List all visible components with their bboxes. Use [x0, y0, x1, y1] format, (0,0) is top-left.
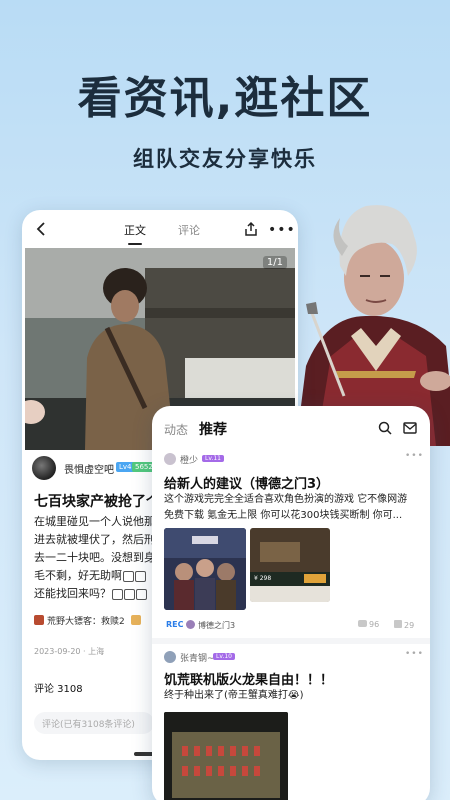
post-text-line: 终于种出来了(帝王蟹真难打😭) — [164, 690, 304, 701]
user-level-badge: Lv.10 — [213, 653, 235, 660]
emoji-icon — [123, 570, 134, 582]
post-image-store[interactable]: ¥ 298 — [250, 528, 330, 602]
emoji-icon — [112, 588, 123, 600]
game-tag[interactable]: 荒野大镖客：救赎2 — [34, 614, 164, 627]
share-icon[interactable] — [243, 221, 259, 237]
article-body-line: 进去就被埋伏了，然后刑 — [34, 533, 155, 546]
like-count-value: 29 — [404, 621, 415, 630]
back-arrow-icon[interactable] — [34, 221, 50, 237]
more-options-icon[interactable]: ••• — [268, 223, 296, 237]
thumbs-up-icon — [394, 620, 402, 628]
post-more-icon[interactable]: ••• — [405, 451, 424, 461]
comment-input[interactable]: 评论(已有3108条评论) — [34, 712, 154, 734]
post-date-location: 2023-09-20 · 上海 — [34, 647, 105, 656]
post-image-cover[interactable] — [164, 528, 246, 610]
article-body-line: 在城里碰见一个人说他那 — [34, 515, 155, 528]
game-link-icon — [186, 620, 195, 629]
post-text: 终于种出来了(帝王蟹真难打😭) — [164, 688, 424, 704]
post-title: 给新人的建议（博德之门3） — [164, 477, 330, 492]
game-tag-icon — [130, 615, 141, 625]
emoji-icon — [136, 588, 147, 600]
rec-label: REC — [166, 620, 184, 629]
game-price: ¥ 298 — [254, 575, 272, 582]
user-name[interactable]: 橙少 — [180, 453, 198, 466]
game-link[interactable]: 博德之门3 — [186, 620, 235, 631]
article-top-bar: 正文 评论 ••• — [22, 210, 298, 248]
article-body: 在城里碰见一个人说他那 进去就被埋伏了，然后刑 去一二十块吧。没想到身 毛不剩，… — [34, 513, 166, 603]
user-avatar[interactable] — [164, 453, 176, 465]
user-level-badge: Lv.11 — [202, 455, 224, 462]
mail-icon[interactable] — [403, 422, 417, 434]
tab-feed[interactable]: 动态 — [164, 421, 188, 438]
author-avatar[interactable] — [32, 456, 56, 480]
game-tag-icon — [34, 615, 44, 625]
article-body-line-text: 毛不剩，好无助啊 — [34, 569, 122, 582]
author-name[interactable]: 畏惧虚空吧 — [64, 461, 114, 476]
tab-comments[interactable]: 评论 — [178, 222, 200, 238]
subline: 组队交友分享快乐 — [133, 147, 317, 171]
user-name[interactable]: 张青钢~ — [180, 651, 215, 664]
game-link-label: 博德之门3 — [198, 621, 236, 630]
game-store-screenshot — [250, 528, 330, 602]
game-screenshot-image — [164, 712, 288, 800]
post-title: 饥荒联机版火龙果自由！！！ — [164, 673, 334, 688]
user-avatar[interactable] — [164, 651, 176, 663]
comment-bubble-icon — [358, 620, 367, 627]
post-more-icon[interactable]: ••• — [405, 649, 424, 659]
search-icon[interactable] — [378, 421, 392, 435]
article-body-line: 去一二十块吧。没想到身 — [34, 551, 155, 564]
tab-article[interactable]: 正文 — [124, 222, 146, 245]
post-text-line: 免费下载 氪金无上限 你可以花300块钱买断制 你可... — [164, 510, 403, 521]
comment-count-value: 96 — [369, 620, 380, 629]
photo-counter: 1/1 — [262, 256, 287, 269]
article-body-line: 还能找回来吗？ — [34, 585, 166, 603]
post-image[interactable] — [164, 712, 288, 800]
feed-divider — [152, 638, 430, 644]
post-text-line: 这个游戏完完全全适合喜欢角色扮演的游戏 它不像网游 — [164, 494, 408, 505]
article-body-line-text: 还能找回来吗？ — [34, 587, 111, 600]
article-body-line: 毛不剩，好无助啊 — [34, 567, 166, 585]
like-stat[interactable]: 29 — [394, 620, 414, 630]
comment-count[interactable]: 评论 3108 — [34, 680, 83, 695]
game-cover-art — [164, 528, 246, 610]
tab-recommend[interactable]: 推荐 — [199, 419, 227, 439]
emoji-icon — [135, 570, 146, 582]
game-tag-label: 荒野大镖客：救赎2 — [47, 617, 125, 627]
emoji-icon — [124, 588, 135, 600]
headline: 看资讯,逛社区 — [77, 73, 373, 124]
community-feed-screen: 动态 推荐 橙少 Lv.11 ••• 给新人的建议（博德之门3） 这个游戏完完全… — [152, 406, 430, 800]
post-text: 这个游戏完完全全适合喜欢角色扮演的游戏 它不像网游 免费下载 氪金无上限 你可以… — [164, 492, 424, 524]
comment-stat[interactable]: 96 — [358, 620, 379, 629]
